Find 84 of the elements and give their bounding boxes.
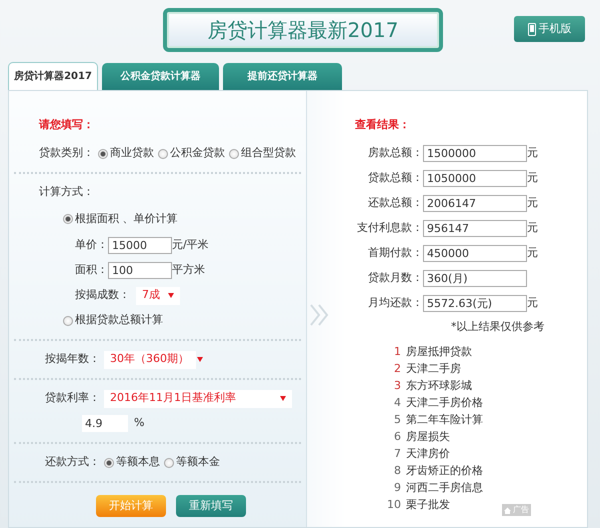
field-label: 还款总额： <box>367 195 423 212</box>
input-field[interactable]: 100 <box>108 262 172 279</box>
field-label: 计算方式： <box>39 184 94 200</box>
reset-button[interactable]: 重新填写 <box>176 495 246 517</box>
output-field[interactable]: 1050000 <box>423 170 527 187</box>
field-label: 贷款类别： <box>39 145 94 162</box>
radio-label[interactable]: 根据面积 、单价计算 <box>75 210 178 228</box>
radio-button[interactable] <box>63 316 73 326</box>
caret-icon <box>197 357 203 362</box>
item-number: 3 <box>393 378 401 394</box>
ad-link[interactable]: 房屋抵押贷款 <box>406 344 472 361</box>
unit-label: 元 <box>527 295 538 312</box>
item-number: 2 <box>393 361 401 378</box>
note-text: *以上结果仅供参考 <box>451 318 544 335</box>
radio-label[interactable]: 等额本金 <box>176 454 220 471</box>
select-field[interactable]: 7成 <box>136 286 180 304</box>
radio-label[interactable]: 等额本息 <box>116 454 160 471</box>
radio-label[interactable]: 商业贷款 <box>110 145 154 162</box>
tab[interactable]: 公积金贷款计算器 <box>102 63 219 90</box>
output-field[interactable]: 360(月) <box>423 270 527 287</box>
field-label: 月均还款： <box>367 295 423 312</box>
ad-link[interactable]: 牙齿矫正的价格 <box>406 463 483 480</box>
radio-label[interactable]: 组合型贷款 <box>241 145 296 162</box>
unit-label: 元 <box>527 195 538 212</box>
mobile-button[interactable]: 手机版 <box>514 16 585 42</box>
ad-link[interactable]: 河西二手房信息 <box>406 480 483 497</box>
radio-label[interactable]: 公积金贷款 <box>170 145 225 162</box>
item-number: 10 <box>386 497 401 514</box>
radio-button[interactable] <box>63 214 73 224</box>
item-number: 6 <box>393 429 401 446</box>
output-field[interactable]: 450000 <box>423 245 527 262</box>
radio-label[interactable]: 根据贷款总额计算 <box>75 312 163 329</box>
field-label: 首期付款： <box>367 245 423 262</box>
ad-link[interactable]: 天津房价 <box>406 446 450 463</box>
item-number: 9 <box>393 480 401 496</box>
output-field[interactable]: 5572.63(元) <box>423 295 527 312</box>
radio-button[interactable] <box>98 148 108 158</box>
tab[interactable]: 提前还贷计算器 <box>223 63 342 90</box>
ad-link[interactable]: 第二年车险计算 <box>406 412 483 429</box>
unit-label: 元 <box>527 170 538 186</box>
ad-link[interactable]: 天津二手房价格 <box>406 395 483 412</box>
field-label: 支付利息款： <box>356 220 423 236</box>
unit-label: 元 <box>527 245 538 262</box>
field-label: 贷款利率： <box>45 390 100 406</box>
item-number: 1 <box>393 344 401 360</box>
tab[interactable]: 房贷计算器2017 <box>8 62 98 90</box>
chevron-icon <box>309 303 331 327</box>
radio-button[interactable] <box>158 148 168 158</box>
field-label: 贷款月数： <box>367 270 423 286</box>
unit-label: % <box>134 415 144 432</box>
caret-icon <box>168 293 174 298</box>
field-label: 按揭年数： <box>45 351 100 368</box>
phone-icon <box>528 22 536 36</box>
field-label: 按揭成数： <box>75 287 130 304</box>
caret-icon <box>280 396 286 401</box>
radio-button[interactable] <box>104 458 114 468</box>
rate-field[interactable]: 4.9 <box>82 415 128 432</box>
unit-label: 平方米 <box>172 262 205 278</box>
input-field[interactable]: 15000 <box>108 237 172 254</box>
item-number: 5 <box>393 412 401 428</box>
output-field[interactable]: 1500000 <box>423 145 527 162</box>
radio-button[interactable] <box>164 458 174 468</box>
ad-link[interactable]: 栗子批发 <box>406 497 450 514</box>
page-title: 房贷计算器最新2017 <box>163 8 443 52</box>
select-field[interactable]: 2016年11月1日基准利率 <box>104 390 292 408</box>
section-heading: 查看结果： <box>355 116 410 133</box>
ad-link[interactable]: 东方环球影城 <box>406 378 472 395</box>
unit-label: 元 <box>527 220 538 236</box>
radio-button[interactable] <box>229 148 239 158</box>
field-label: 房款总额： <box>367 145 423 162</box>
field-label: 面积： <box>75 262 108 278</box>
ad-link[interactable]: 房屋损失 <box>406 429 450 446</box>
field-label: 贷款总额： <box>367 170 423 186</box>
field-label: 单价： <box>75 237 108 254</box>
section-heading: 请您填写： <box>39 116 94 133</box>
field-label: 还款方式： <box>45 454 100 470</box>
unit-label: 元/平米 <box>172 237 209 254</box>
item-number: 8 <box>393 463 401 480</box>
item-number: 4 <box>393 395 401 412</box>
item-number: 7 <box>393 446 401 462</box>
unit-label: 元 <box>527 145 538 162</box>
ad-link[interactable]: 天津二手房 <box>406 361 461 378</box>
output-field[interactable]: 2006147 <box>423 195 527 212</box>
output-field[interactable]: 956147 <box>423 220 527 237</box>
